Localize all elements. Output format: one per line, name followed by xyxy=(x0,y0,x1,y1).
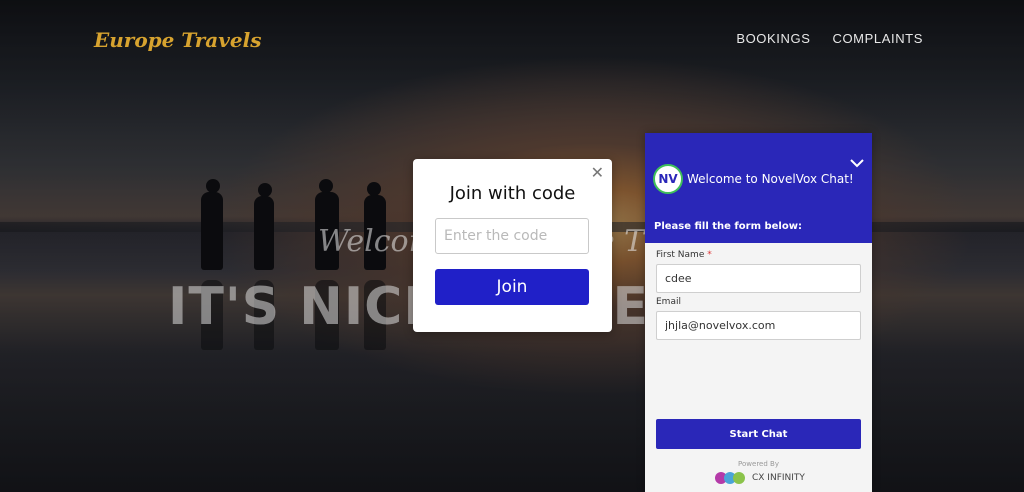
close-icon[interactable]: ✕ xyxy=(591,163,604,183)
join-button[interactable]: Join xyxy=(435,269,589,305)
email-label: Email xyxy=(656,297,681,307)
first-name-field[interactable] xyxy=(656,264,861,293)
powered-by-label: Powered By xyxy=(738,460,779,468)
top-nav: BOOKINGS COMPLAINTS xyxy=(736,31,923,46)
code-input[interactable] xyxy=(435,218,589,254)
email-field[interactable] xyxy=(656,311,861,340)
start-chat-button[interactable]: Start Chat xyxy=(656,419,861,449)
chat-title: Welcome to NovelVox Chat! xyxy=(687,172,854,186)
first-name-label: First Name * xyxy=(656,250,712,260)
join-code-modal: ✕ Join with code Join xyxy=(413,159,612,332)
cx-infinity-logo: CX INFINITY xyxy=(715,472,805,484)
modal-title: Join with code xyxy=(449,183,576,204)
chat-header: NV Welcome to NovelVox Chat! Please fill… xyxy=(645,133,872,243)
cx-infinity-icon xyxy=(715,472,745,484)
nav-complaints[interactable]: COMPLAINTS xyxy=(832,31,923,46)
novelvox-logo: NV xyxy=(653,164,683,194)
cx-infinity-text: CX INFINITY xyxy=(752,473,805,483)
chevron-down-icon[interactable] xyxy=(850,157,864,171)
brand-logo[interactable]: Europe Travels xyxy=(94,28,261,52)
nav-bookings[interactable]: BOOKINGS xyxy=(736,31,810,46)
chat-subtitle: Please fill the form below: xyxy=(654,221,802,232)
chat-widget: NV Welcome to NovelVox Chat! Please fill… xyxy=(645,133,872,492)
required-mark: * xyxy=(707,250,712,260)
